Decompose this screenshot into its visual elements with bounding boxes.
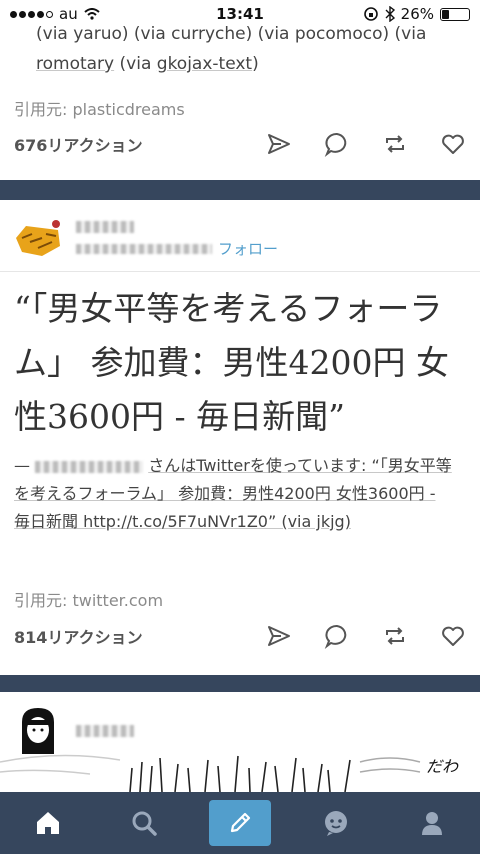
source-label[interactable]: 引用元: plasticdreams (14, 96, 185, 120)
reblog-link[interactable]: gkojax-text (157, 54, 252, 74)
like-icon[interactable] (440, 131, 466, 157)
activity-icon (325, 811, 347, 836)
follow-button[interactable]: フォロー (218, 238, 278, 259)
tab-search[interactable] (113, 800, 175, 846)
share-icon[interactable] (266, 131, 292, 157)
compose-icon (230, 812, 251, 833)
tab-compose[interactable] (209, 800, 271, 846)
bottom-tab-bar (0, 792, 480, 854)
reply-icon[interactable] (324, 623, 350, 649)
post-actions (266, 131, 466, 157)
blog-name-redacted (76, 216, 134, 235)
reblog-icon[interactable] (382, 131, 408, 157)
tab-home[interactable] (17, 800, 79, 846)
tab-activity[interactable] (305, 800, 367, 846)
home-icon (37, 812, 59, 834)
reply-icon[interactable] (324, 131, 350, 157)
post-footer: 814リアクション (14, 623, 466, 649)
post-card-3: だわ (0, 692, 480, 792)
reblog-trail-line: romotary (via gkojax-text) (36, 49, 466, 79)
reblog-icon[interactable] (382, 623, 408, 649)
reblogged-from-redacted (76, 243, 212, 254)
tab-account[interactable] (401, 800, 463, 846)
like-icon[interactable] (440, 623, 466, 649)
post-actions (266, 623, 466, 649)
comic-caption: だわ (426, 757, 459, 776)
notes-count[interactable]: 676リアクション (14, 132, 143, 156)
comic-image: だわ (0, 754, 459, 792)
reblog-trail-line: (via yaruo) (via curryche) (via pocomoco… (36, 24, 427, 44)
reblog-trail-text: ) (252, 54, 259, 74)
reblog-trail: (via yaruo) (via curryche) (via pocomoco… (36, 19, 466, 79)
signal-icon (10, 10, 53, 18)
source-user-redacted (35, 460, 144, 473)
share-icon[interactable] (266, 623, 292, 649)
quote-text: “「男女平等を考えるフォーラム」 参加費：男性4200円 女性3600円 - 毎… (14, 289, 449, 436)
blog-avatar[interactable] (12, 212, 64, 264)
reblog-link[interactable]: romotary (36, 54, 114, 74)
search-icon (132, 811, 157, 836)
caption-dash: — (14, 456, 30, 475)
battery-level (442, 9, 450, 19)
post-footer: 676リアクション (14, 131, 466, 157)
blog-meta: フォロー (76, 238, 278, 259)
header-divider (0, 271, 480, 272)
account-icon (422, 812, 442, 835)
source-label[interactable]: 引用元: twitter.com (14, 587, 163, 611)
notes-count[interactable]: 814リアクション (14, 624, 143, 648)
blog-name-redacted (76, 720, 134, 739)
reblog-trail-text: (via (114, 54, 157, 74)
post-card-1: (via yaruo) (via curryche) (via pocomoco… (0, 24, 480, 180)
quote-source: — さんはTwitterを使っています: “「男女平等を考えるフォーラム」 参加… (14, 452, 456, 536)
post-card-2: フォロー “「男女平等を考えるフォーラム」 参加費：男性4200円 女性3600… (0, 200, 480, 675)
